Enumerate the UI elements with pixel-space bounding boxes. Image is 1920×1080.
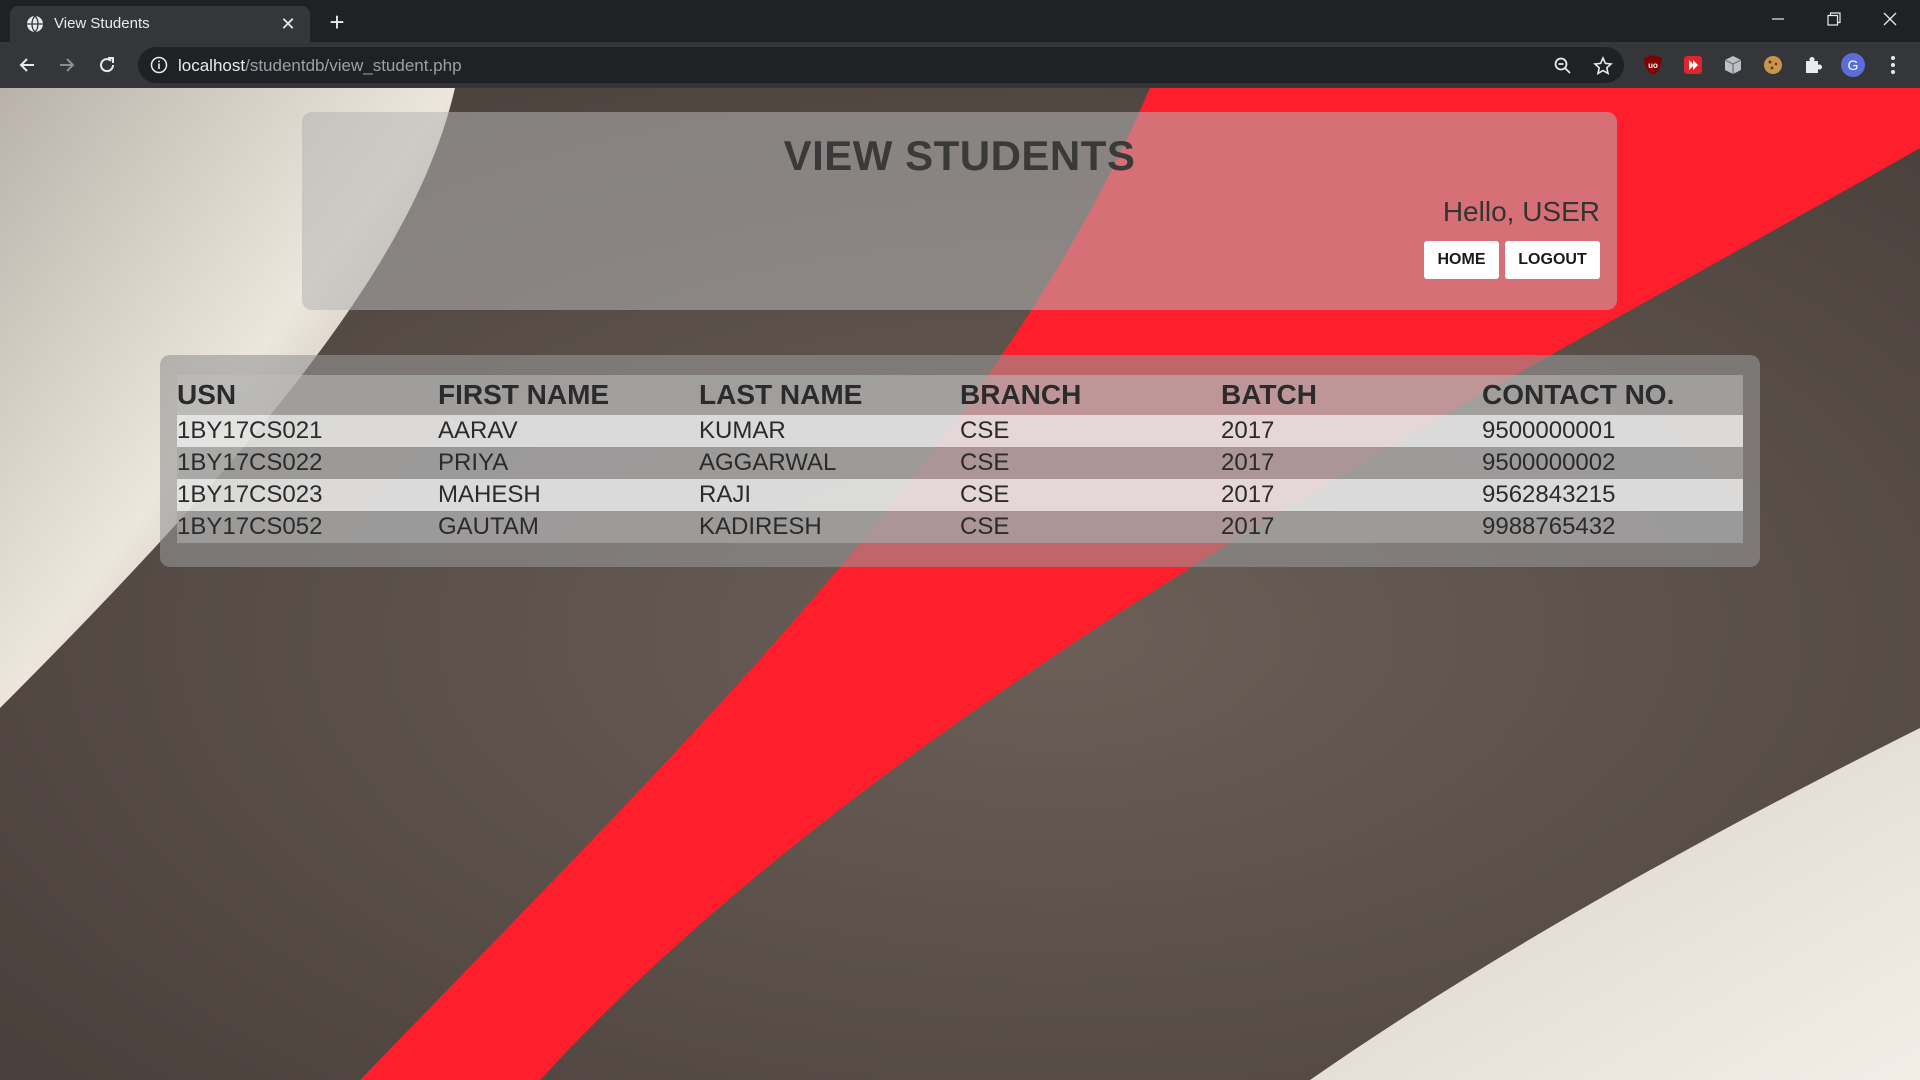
cell-branch: CSE — [960, 479, 1221, 511]
url-path: /studentdb/view_student.php — [245, 56, 462, 75]
cell-last-name: KUMAR — [699, 415, 960, 447]
home-button[interactable]: HOME — [1424, 241, 1499, 279]
header-panel: VIEW STUDENTS Hello, USER HOME LOGOUT — [302, 112, 1617, 310]
new-tab-icon[interactable]: + — [322, 8, 352, 38]
cell-usn: 1BY17CS021 — [177, 415, 438, 447]
header-contact-no: CONTACT NO. — [1482, 375, 1743, 415]
close-tab-icon[interactable]: ✕ — [276, 12, 300, 36]
page-title: VIEW STUDENTS — [783, 132, 1136, 179]
cell-batch: 2017 — [1221, 415, 1482, 447]
reload-icon[interactable] — [91, 49, 123, 81]
cell-first-name: MAHESH — [438, 479, 699, 511]
table-row: 1BY17CS021 AARAV KUMAR CSE 2017 95000000… — [177, 415, 1743, 447]
forward-icon[interactable] — [51, 49, 83, 81]
cell-usn: 1BY17CS022 — [177, 447, 438, 479]
address-bar[interactable]: localhost/studentdb/view_student.php — [138, 47, 1624, 83]
globe-icon — [27, 15, 43, 33]
url-text: localhost/studentdb/view_student.php — [178, 56, 462, 76]
browser-tab-strip: View Students ✕ + — [0, 0, 1920, 42]
restore-icon[interactable] — [1806, 0, 1862, 38]
table-row: 1BY17CS023 MAHESH RAJI CSE 2017 95628432… — [177, 479, 1743, 511]
cell-last-name: KADIRESH — [699, 511, 960, 543]
header-batch: BATCH — [1221, 375, 1482, 415]
tab-title: View Students — [54, 15, 150, 32]
students-table: USN FIRST NAME LAST NAME BRANCH BATCH CO… — [177, 375, 1743, 543]
header-branch: BRANCH — [960, 375, 1221, 415]
table-header-row: USN FIRST NAME LAST NAME BRANCH BATCH CO… — [177, 375, 1743, 415]
site-info-icon[interactable] — [150, 56, 168, 74]
cell-first-name: PRIYA — [438, 447, 699, 479]
cell-contact-no: 9500000001 — [1482, 415, 1743, 447]
bookmark-star-icon[interactable] — [1592, 55, 1614, 77]
cell-first-name: GAUTAM — [438, 511, 699, 543]
ublock-icon[interactable]: uo — [1640, 52, 1666, 78]
url-host: localhost — [178, 56, 246, 75]
table-row: 1BY17CS022 PRIYA AGGARWAL CSE 2017 95000… — [177, 447, 1743, 479]
header-first-name: FIRST NAME — [438, 375, 699, 415]
cell-contact-no: 9988765432 — [1482, 511, 1743, 543]
puzzle-icon[interactable] — [1800, 52, 1826, 78]
header-last-name: LAST NAME — [699, 375, 960, 415]
table-row: 1BY17CS052 GAUTAM KADIRESH CSE 2017 9988… — [177, 511, 1743, 543]
cell-last-name: RAJI — [699, 479, 960, 511]
red-extension-icon[interactable] — [1680, 52, 1706, 78]
back-icon[interactable] — [11, 49, 43, 81]
svg-text:uo: uo — [1648, 61, 1658, 70]
cell-batch: 2017 — [1221, 511, 1482, 543]
students-table-panel: USN FIRST NAME LAST NAME BRANCH BATCH CO… — [160, 355, 1760, 567]
browser-tab[interactable]: View Students ✕ — [10, 6, 310, 42]
cell-branch: CSE — [960, 447, 1221, 479]
cookie-icon[interactable] — [1760, 52, 1786, 78]
avatar[interactable]: G — [1840, 52, 1866, 78]
cell-branch: CSE — [960, 415, 1221, 447]
browser-toolbar: localhost/studentdb/view_student.php uo … — [0, 42, 1920, 88]
minimize-icon[interactable] — [1750, 0, 1806, 38]
close-window-icon[interactable] — [1862, 0, 1918, 38]
greeting-text: Hello, USER — [1442, 196, 1600, 227]
cell-usn: 1BY17CS023 — [177, 479, 438, 511]
page-viewport: VIEW STUDENTS Hello, USER HOME LOGOUT US… — [0, 88, 1920, 1080]
cube-extension-icon[interactable] — [1720, 52, 1746, 78]
menu-kebab-icon[interactable] — [1880, 52, 1906, 78]
cell-last-name: AGGARWAL — [699, 447, 960, 479]
svg-text:G: G — [1848, 57, 1859, 73]
cell-contact-no: 9562843215 — [1482, 479, 1743, 511]
cell-usn: 1BY17CS052 — [177, 511, 438, 543]
cell-first-name: AARAV — [438, 415, 699, 447]
zoom-icon[interactable] — [1552, 55, 1574, 77]
cell-branch: CSE — [960, 511, 1221, 543]
logout-button[interactable]: LOGOUT — [1505, 241, 1600, 279]
cell-batch: 2017 — [1221, 447, 1482, 479]
cell-batch: 2017 — [1221, 479, 1482, 511]
cell-contact-no: 9500000002 — [1482, 447, 1743, 479]
header-usn: USN — [177, 375, 438, 415]
